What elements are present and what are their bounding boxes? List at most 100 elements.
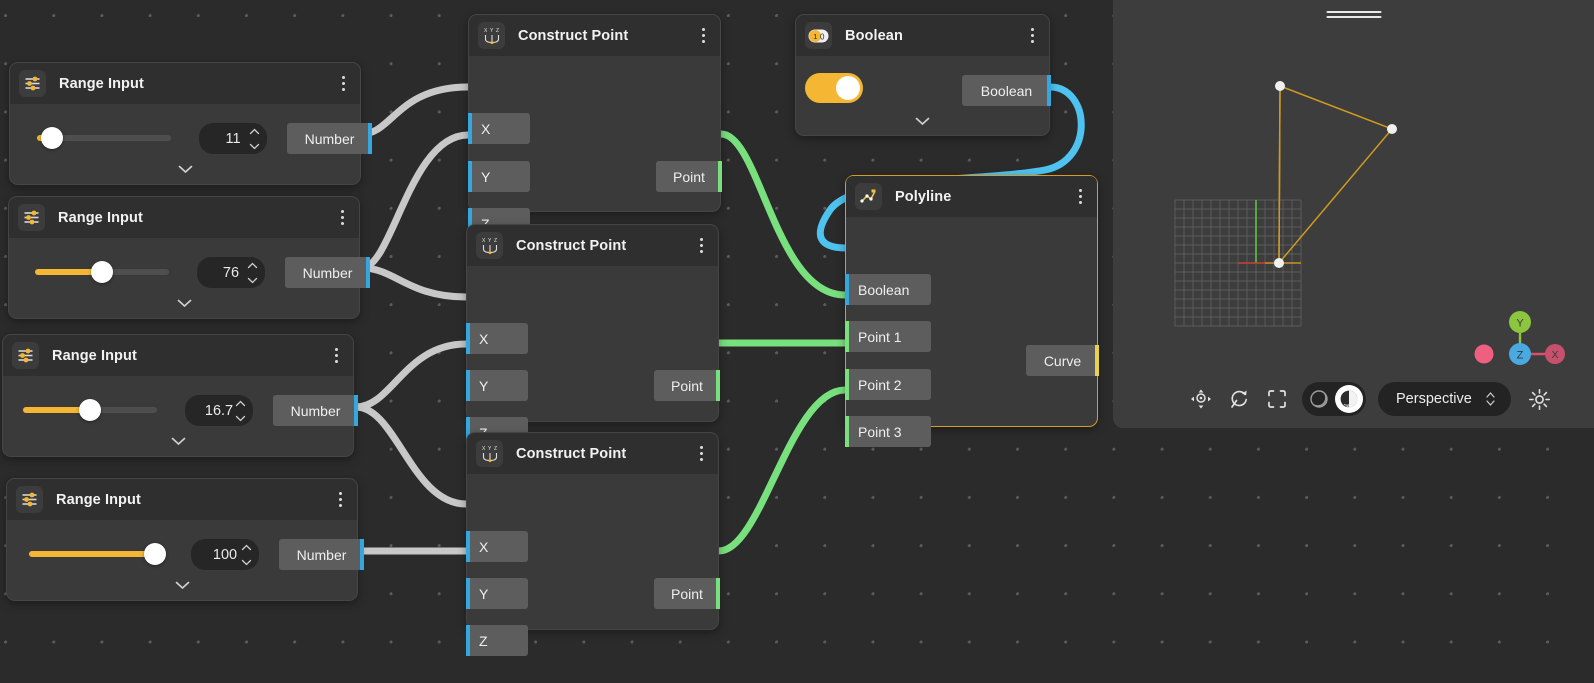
node-body: X Y Z Point — [469, 56, 720, 213]
input-port-y[interactable]: Y — [466, 370, 528, 401]
input-port-z[interactable]: Z — [466, 625, 528, 656]
input-port-label: Y — [466, 586, 488, 602]
output-port-number[interactable]: Number — [279, 539, 364, 570]
input-port-label: Point 1 — [845, 329, 902, 345]
expand-node-button[interactable] — [9, 295, 359, 311]
output-port-label: Number — [303, 265, 353, 281]
curve-vertex-2 — [1387, 124, 1397, 134]
input-port-boolean[interactable]: Boolean — [845, 274, 931, 305]
sliders-icon — [12, 342, 39, 369]
node-menu-button[interactable] — [325, 343, 347, 369]
range-slider[interactable] — [37, 135, 171, 141]
expand-node-button[interactable] — [7, 577, 357, 593]
output-port-number[interactable]: Number — [285, 257, 370, 288]
stepper-arrows[interactable] — [249, 128, 260, 150]
value-stepper[interactable]: 16.7 — [185, 395, 253, 426]
input-port-point-1[interactable]: Point 1 — [845, 321, 931, 352]
expand-node-button[interactable] — [10, 161, 360, 177]
node-range-input-1[interactable]: Range Input 11 Number — [9, 62, 361, 185]
wireframe-shading-button[interactable] — [1305, 385, 1333, 413]
node-header[interactable]: X Y Z Construct Point — [467, 225, 718, 266]
node-header[interactable]: Range Input — [7, 479, 357, 520]
output-port-number[interactable]: Number — [273, 395, 358, 426]
node-header[interactable]: Range Input — [10, 63, 360, 104]
node-header[interactable]: X Y Z Construct Point — [467, 433, 718, 474]
stepper-arrows[interactable] — [241, 544, 252, 566]
output-port-label: Point — [673, 169, 705, 185]
value-stepper[interactable]: 11 — [199, 123, 267, 154]
viewport-settings-gear-icon[interactable] — [1527, 386, 1553, 412]
range-slider[interactable] — [35, 269, 169, 275]
expand-node-button[interactable] — [3, 433, 353, 449]
input-port-point-3[interactable]: Point 3 — [845, 416, 931, 447]
boolean-toggle-switch[interactable] — [805, 73, 863, 103]
node-polyline[interactable]: Polyline Boolean Point 1 Point 2 Point 3… — [845, 175, 1098, 427]
output-port-point[interactable]: Point — [654, 578, 720, 609]
shading-mode-group[interactable] — [1302, 382, 1366, 416]
input-port-label: Y — [466, 378, 488, 394]
input-port-label: X — [466, 539, 488, 555]
node-header[interactable]: Range Input — [3, 335, 353, 376]
projection-select[interactable]: Perspective — [1378, 382, 1511, 416]
input-port-y[interactable]: Y — [468, 161, 530, 192]
stepper-arrows[interactable] — [235, 400, 246, 422]
stepper-arrows[interactable] — [247, 262, 258, 284]
node-menu-button[interactable] — [332, 71, 354, 97]
value-text: 11 — [225, 131, 240, 147]
pan-orbit-tool-icon[interactable] — [1188, 386, 1214, 412]
node-header[interactable]: 1 0 Boolean — [796, 15, 1049, 56]
input-port-point-2[interactable]: Point 2 — [845, 369, 931, 400]
input-port-label: Y — [468, 169, 490, 185]
node-body: 100 Number — [7, 520, 357, 602]
node-header[interactable]: X Y Z Construct Point — [469, 15, 720, 56]
node-construct-point-3[interactable]: X Y Z Construct Point X Y Z — [466, 432, 719, 630]
node-range-input-2[interactable]: Range Input 76 Number — [8, 196, 360, 319]
node-body: 76 Number — [9, 238, 359, 320]
range-slider[interactable] — [29, 551, 163, 557]
node-body: 11 Number — [10, 104, 360, 186]
node-menu-button[interactable] — [690, 441, 712, 467]
svg-text:0: 0 — [820, 32, 825, 41]
output-port-point[interactable]: Point — [654, 370, 720, 401]
output-port-curve[interactable]: Curve — [1026, 345, 1099, 376]
input-port-label: Z — [466, 633, 488, 649]
node-menu-button[interactable] — [329, 487, 351, 513]
gizmo-axis-x-negative — [1475, 345, 1494, 364]
input-port-x[interactable]: X — [466, 531, 528, 562]
axis-gizmo[interactable]: Y Z X — [1458, 310, 1568, 372]
fit-to-screen-tool-icon[interactable] — [1264, 386, 1290, 412]
value-stepper[interactable]: 76 — [197, 257, 265, 288]
node-header[interactable]: Range Input — [9, 197, 359, 238]
node-menu-button[interactable] — [692, 23, 714, 49]
input-port-x[interactable]: X — [466, 323, 528, 354]
value-stepper[interactable]: 100 — [191, 539, 259, 570]
expand-node-button[interactable] — [796, 113, 1049, 129]
node-menu-button[interactable] — [1069, 184, 1091, 210]
viewport-toolbar[interactable]: Perspective — [1113, 382, 1594, 416]
node-menu-button[interactable] — [690, 233, 712, 259]
output-port-point[interactable]: Point — [656, 161, 722, 192]
refresh-view-tool-icon[interactable] — [1226, 386, 1252, 412]
output-port-label: Number — [297, 547, 347, 563]
output-port-number[interactable]: Number — [287, 123, 372, 154]
input-port-label: Point 2 — [845, 377, 902, 393]
node-boolean[interactable]: 1 0 Boolean Boolean — [795, 14, 1050, 136]
node-range-input-3[interactable]: Range Input 16.7 Number — [2, 334, 354, 457]
node-title: Range Input — [59, 76, 144, 92]
node-header[interactable]: Polyline — [846, 176, 1097, 217]
xyz-point-icon: X Y Z — [476, 440, 503, 467]
projection-chevrons-icon[interactable] — [1486, 392, 1495, 406]
node-construct-point-2[interactable]: X Y Z Construct Point X Y Z — [466, 224, 719, 422]
3d-viewport-panel[interactable]: Y Z X — [1113, 0, 1594, 428]
input-port-x[interactable]: X — [468, 113, 530, 144]
node-menu-button[interactable] — [331, 205, 353, 231]
output-port-boolean[interactable]: Boolean — [962, 75, 1051, 106]
range-slider[interactable] — [23, 407, 157, 413]
shaded-shading-button[interactable] — [1335, 385, 1363, 413]
node-construct-point-1[interactable]: X Y Z Construct Point X Y Z — [468, 14, 721, 212]
output-port-label: Point — [671, 378, 703, 394]
node-menu-button[interactable] — [1021, 23, 1043, 49]
output-port-label: Point — [671, 586, 703, 602]
input-port-y[interactable]: Y — [466, 578, 528, 609]
node-range-input-4[interactable]: Range Input 100 Number — [6, 478, 358, 601]
